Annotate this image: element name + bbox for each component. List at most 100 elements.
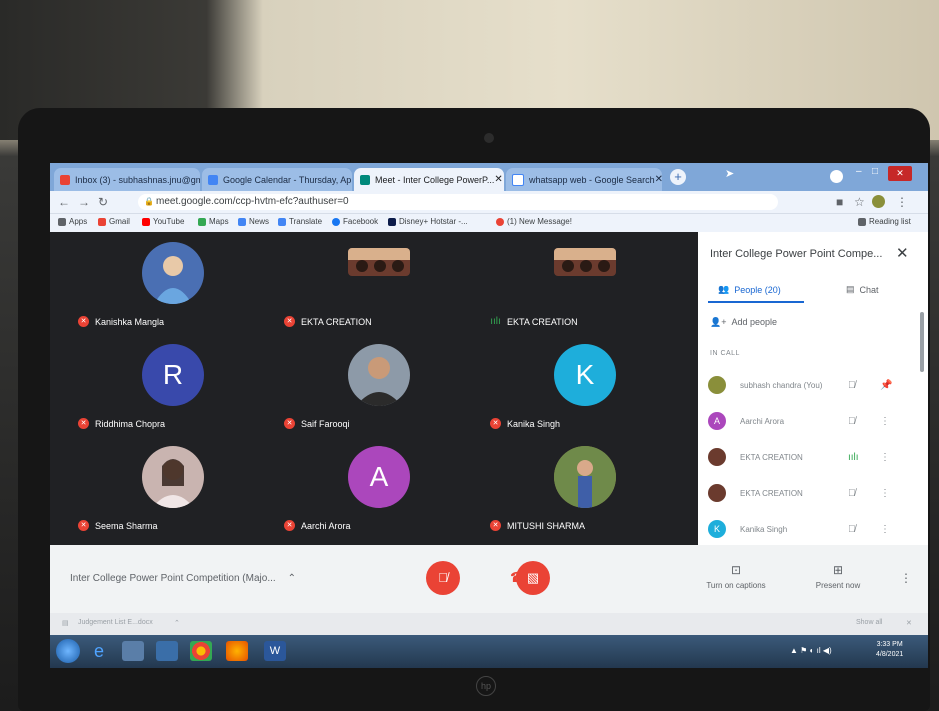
media-player-icon[interactable] (156, 641, 178, 661)
word-icon[interactable]: W (264, 641, 286, 661)
participant-tile[interactable]: ✕ Seema Sharma (64, 440, 270, 542)
participant-tile[interactable]: K ✕ Kanika Singh (476, 338, 682, 440)
reading-list[interactable]: Reading list (858, 217, 911, 226)
internet-explorer-icon[interactable]: e (88, 641, 110, 661)
more-options-icon[interactable]: ⋮ (880, 524, 890, 535)
avatar (554, 446, 616, 508)
avatar (142, 242, 204, 304)
present-now-button[interactable]: ⊞ Present now (798, 563, 878, 590)
participant-name: ✕ Seema Sharma (78, 520, 158, 531)
bookmark-maps[interactable]: Maps (198, 217, 229, 226)
bookmark-hotstar[interactable]: Disney+ Hotstar -... (388, 217, 468, 226)
avatar: K (708, 520, 726, 538)
reading-list-label: Reading list (869, 217, 911, 226)
file-explorer-icon[interactable] (122, 641, 144, 661)
bookmark-label: Gmail (109, 217, 130, 226)
tab-search[interactable]: whatsapp web - Google Search ✕ (506, 168, 662, 191)
bookmark-gmail[interactable]: Gmail (98, 217, 130, 226)
bookmark-label: Apps (69, 217, 88, 226)
close-window-button[interactable]: ✕ (888, 166, 912, 181)
list-item[interactable]: EKTA CREATION 🎙̸ ⋮ (708, 483, 918, 503)
close-icon[interactable]: ✕ (655, 174, 662, 185)
mic-off-icon[interactable]: 🎙̸ (848, 416, 856, 427)
menu-icon[interactable]: ⋮ (896, 195, 908, 209)
meeting-details[interactable]: Inter College Power Point Competition (M… (70, 573, 296, 584)
participant-tile[interactable]: ✕ MITUSHI SHARMA (476, 440, 682, 542)
firefox-icon[interactable] (226, 641, 248, 661)
participant-tile[interactable]: A ✕ Aarchi Arora (270, 440, 476, 542)
name-text: Riddhima Chopra (95, 418, 166, 429)
add-people-button[interactable]: 👤+ Add people (710, 317, 777, 328)
show-all-button[interactable]: Show all (856, 619, 882, 626)
maximize-icon[interactable]: □ (872, 166, 878, 177)
participant-tile[interactable]: ✕ Kanishka Mangla (64, 236, 270, 338)
back-icon[interactable]: ← (58, 195, 70, 209)
tab-chat[interactable]: ▤ Chat (846, 284, 879, 295)
chevron-up-icon[interactable]: ⌃ (174, 619, 180, 627)
bookmark-news[interactable]: News (238, 217, 269, 226)
clock[interactable]: 3:33 PM 4/8/2021 (876, 640, 903, 660)
more-options-icon[interactable]: ⋮ (880, 416, 890, 427)
star-icon[interactable]: ☆ (854, 195, 865, 209)
chrome-icon[interactable] (190, 641, 212, 661)
captions-button[interactable]: ⊡ Turn on captions (696, 563, 776, 590)
gmail-icon (60, 174, 70, 185)
avatar[interactable] (872, 195, 885, 208)
bookmark-youtube[interactable]: YouTube (142, 217, 184, 226)
mic-off-icon[interactable]: 🎙̸ (848, 488, 856, 499)
avatar (708, 448, 726, 466)
bookmark-facebook[interactable]: Facebook (332, 217, 378, 226)
more-options-icon[interactable]: ⋮ (880, 452, 890, 463)
reload-icon[interactable]: ↻ (98, 195, 108, 209)
participant-tile[interactable]: ✕ EKTA CREATION (270, 236, 476, 338)
tab-calendar[interactable]: Google Calendar - Thursday, Ap... ✕ (202, 168, 352, 191)
meet-icon (360, 174, 370, 185)
close-icon[interactable]: ✕ (494, 174, 502, 185)
laptop-screen: Inbox (3) - subhashnas.jnu@gm... ✕ Googl… (50, 163, 928, 668)
participant-tile[interactable]: ✕ Saif Farooqi (270, 338, 476, 440)
close-icon[interactable]: ✕ (906, 619, 912, 627)
bookmark-label: YouTube (153, 217, 185, 226)
list-item[interactable]: EKTA CREATION ıılı ⋮ (708, 447, 918, 467)
pin-icon[interactable]: 📌 (880, 380, 892, 391)
bookmark-apps[interactable]: Apps (58, 217, 87, 226)
reading-list-icon (858, 217, 866, 226)
youtube-icon (142, 217, 150, 226)
mic-off-icon[interactable]: 🎙̸ (848, 524, 856, 535)
download-item[interactable]: Judgement List E...docx (78, 619, 153, 626)
minimize-icon[interactable]: – (856, 166, 862, 177)
name-text: Kanishka Mangla (95, 316, 165, 327)
list-item[interactable]: A Aarchi Arora 🎙̸ ⋮ (708, 411, 918, 431)
mic-off-icon[interactable]: 🎙̸ (848, 380, 856, 391)
participant-tile[interactable]: R ✕ Riddhima Chopra (64, 338, 270, 440)
participant-name: ıılı EKTA CREATION (490, 316, 578, 327)
add-people-label: Add people (731, 317, 778, 327)
avatar: K (554, 344, 616, 406)
name-text: EKTA CREATION (507, 316, 578, 327)
bookmark-translate[interactable]: Translate (278, 217, 322, 226)
start-button[interactable] (56, 639, 80, 663)
window-controls: – □ ✕ (850, 166, 912, 181)
participant-tile[interactable]: ıılı EKTA CREATION (476, 236, 682, 338)
profile-icon[interactable] (830, 170, 843, 183)
tab-people[interactable]: 👥 People (20) (718, 284, 781, 295)
tab-gmail[interactable]: Inbox (3) - subhashnas.jnu@gm... ✕ (54, 168, 200, 191)
new-tab-button[interactable]: + (670, 169, 686, 185)
system-tray[interactable]: ▲ ⚑ ◐ ıl ◀) (790, 646, 832, 655)
list-item[interactable]: subhash chandra (You) 🎙̸ 📌 (708, 375, 918, 395)
panel-scrollbar[interactable] (920, 312, 924, 372)
mic-toggle-button[interactable]: 🎙̸ (426, 561, 460, 595)
list-item[interactable]: K Kanika Singh 🎙̸ ⋮ (708, 519, 918, 539)
more-options-icon[interactable]: ⋮ (900, 571, 912, 585)
forward-icon[interactable]: → (78, 195, 90, 209)
video-icon[interactable]: ■ (836, 195, 843, 209)
camera-toggle-button[interactable]: ▧ (516, 561, 550, 595)
bookmark-label: Maps (209, 217, 229, 226)
avatar: R (142, 344, 204, 406)
close-icon[interactable]: ✕ (896, 244, 909, 262)
bookmark-new-message[interactable]: (1) New Message! (496, 217, 572, 226)
present-label: Present now (815, 581, 861, 590)
url-field[interactable]: 🔒 meet.google.com/ccp-hvtm-efc?authuser=… (138, 194, 778, 210)
tab-meet[interactable]: Meet - Inter College PowerP... ✕ (354, 168, 504, 191)
more-options-icon[interactable]: ⋮ (880, 488, 890, 499)
